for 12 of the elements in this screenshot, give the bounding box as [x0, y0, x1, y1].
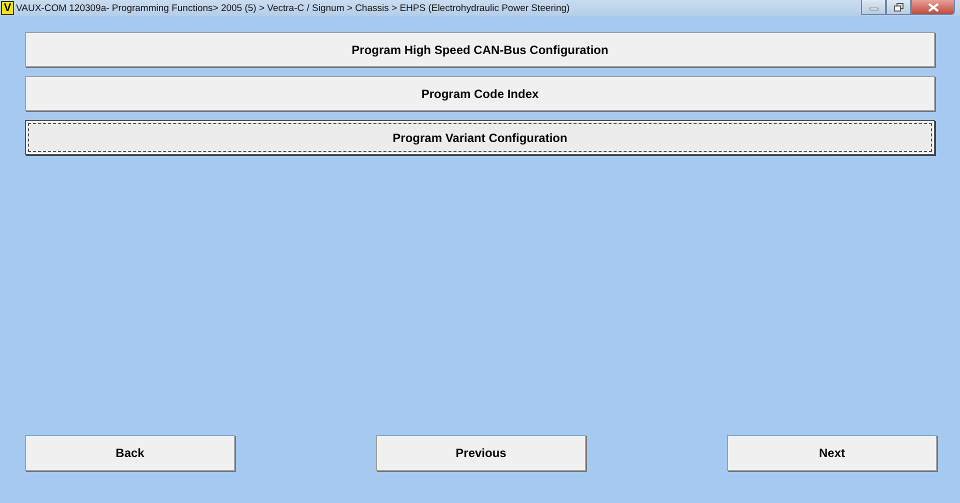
- option-button[interactable]: Program Code Index: [25, 76, 935, 111]
- window-title: VAUX-COM 120309a- Programming Functions> 2005 (5) > Vectra-C / Signum > Chassis > EHPS (Electrohydraulic Power Steering): [16, 2, 570, 14]
- close-icon: [928, 2, 938, 12]
- restore-icon: [894, 2, 904, 12]
- nav-button[interactable]: Back: [25, 435, 235, 471]
- app-logo: V: [1, 1, 14, 15]
- restore-button[interactable]: [886, 0, 911, 15]
- nav-button[interactable]: Previous: [376, 435, 586, 471]
- close-button[interactable]: [911, 0, 955, 15]
- nav-button[interactable]: Next: [727, 435, 937, 471]
- option-button[interactable]: Program High Speed CAN-Bus Configuration: [25, 32, 935, 67]
- option-button[interactable]: Program Variant Configuration: [25, 120, 935, 155]
